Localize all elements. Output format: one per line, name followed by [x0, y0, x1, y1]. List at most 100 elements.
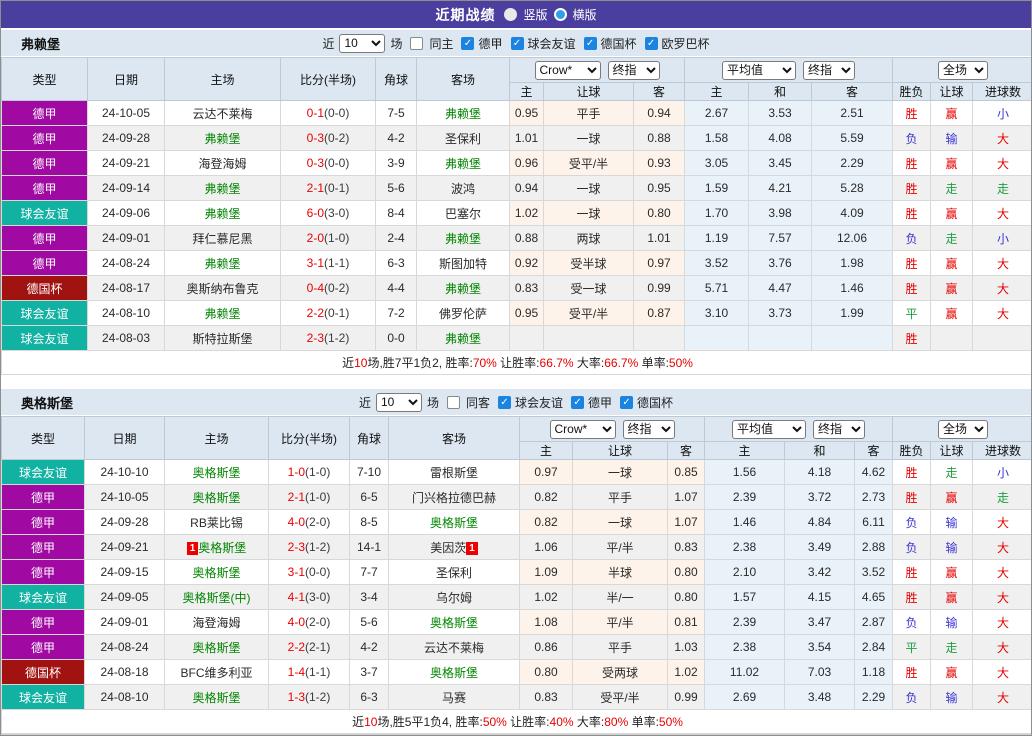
- league-cell: 德甲: [1, 484, 85, 510]
- matches-count-select[interactable]: 10: [375, 392, 422, 412]
- avg-provider-select[interactable]: 平均值: [722, 60, 797, 80]
- away-team-cell: 门兴格拉德巴赫: [388, 484, 520, 510]
- horizontal-layout-label[interactable]: 横版: [573, 6, 597, 23]
- away-team-cell: 斯图加特: [416, 250, 510, 276]
- home-team-name: 奥格斯堡: [192, 465, 241, 480]
- league-cell: 球会友谊: [1, 584, 85, 610]
- column-header: 客场: [388, 416, 520, 460]
- home-team-name: 奥格斯堡: [198, 540, 247, 555]
- odds-home-cell: 0.92: [509, 250, 544, 276]
- result-cell: 胜: [892, 459, 932, 485]
- full-time-score: 0-1: [306, 106, 324, 120]
- column-header: 日期: [87, 57, 165, 101]
- vertical-layout-radio-icon[interactable]: [504, 8, 518, 21]
- odds-stage-select[interactable]: 终指: [607, 60, 660, 80]
- avg-away-cell: 2.84: [853, 634, 894, 660]
- corners-cell: 8-4: [375, 200, 417, 226]
- home-team-cell: 奥格斯堡: [164, 459, 269, 485]
- away-team-cell: 圣保利: [416, 125, 510, 151]
- odds-handicap-cell: 平/半: [572, 534, 668, 560]
- date-cell: 24-08-10: [87, 300, 165, 326]
- summary-label: 让胜率:: [496, 356, 540, 370]
- league-checkbox[interactable]: ✓: [583, 36, 597, 50]
- odds-provider-select[interactable]: Crow*: [549, 419, 616, 439]
- home-team-cell: 海登海姆: [164, 609, 269, 635]
- same-side-checkbox[interactable]: [446, 395, 460, 409]
- full-time-score: 0-4: [306, 281, 324, 295]
- league-checkbox[interactable]: ✓: [644, 36, 658, 50]
- avg-home-cell: 2.38: [704, 534, 785, 560]
- avg-stage-select[interactable]: 终指: [803, 60, 856, 80]
- odds-away-cell: 0.83: [667, 534, 705, 560]
- table-row: 球会友谊 24-10-10 奥格斯堡 1-0(1-0) 7-10 雷根斯堡 0.97 一球 0.…: [1, 459, 1031, 485]
- league-checkbox[interactable]: ✓: [571, 395, 585, 409]
- sub-column-header: 客: [810, 82, 894, 101]
- score-cell: 2-2(2-1): [268, 634, 350, 660]
- away-team-cell: 马赛: [388, 684, 520, 710]
- away-team-name: 乌尔姆: [435, 590, 472, 605]
- scope-select[interactable]: 全场: [938, 419, 989, 439]
- odds-home-cell: 1.01: [509, 125, 544, 151]
- near-label: 近: [322, 36, 335, 51]
- away-team-name: 弗赖堡: [444, 156, 481, 171]
- home-team-name: 奥格斯堡: [192, 640, 241, 655]
- table-row: 德甲 24-09-28 弗赖堡 0-3(0-2) 4-2 圣保利 1.01 一球 0.88 1.5…: [1, 125, 1031, 151]
- table-row: 德甲 24-09-01 拜仁慕尼黑 2-0(1-0) 2-4 弗赖堡 0.88 两球 1.01 1…: [1, 225, 1031, 251]
- score-cell: 1-0(1-0): [268, 459, 350, 485]
- league-checkbox[interactable]: ✓: [510, 36, 524, 50]
- vertical-layout-label[interactable]: 竖版: [523, 6, 547, 23]
- avg-select-wrap: 平均值 终指: [706, 419, 892, 439]
- odds-home-cell: 0.83: [509, 275, 544, 301]
- avg-away-cell: 2.29: [810, 150, 894, 176]
- handicap-result-cell: 走: [930, 225, 974, 251]
- table-row: 德甲 24-09-01 海登海姆 4-0(2-0) 5-6 奥格斯堡 1.08 平/半 0.81…: [1, 609, 1031, 635]
- sub-column-header: 让球: [543, 82, 634, 101]
- sub-column-header: 主: [509, 82, 544, 101]
- corners-cell: 4-2: [375, 125, 417, 151]
- same-side-checkbox[interactable]: [410, 36, 424, 50]
- goals-result-cell: 走: [972, 175, 1031, 201]
- table-row: 球会友谊 24-08-10 奥格斯堡 1-3(1-2) 6-3 马赛 0.83 受平/半 0.9…: [1, 684, 1031, 710]
- scope-select-wrap: 全场: [894, 419, 1031, 439]
- table-row: 德甲 24-09-14 弗赖堡 2-1(0-1) 5-6 波鸿 0.94 一球 0.95 1.59…: [1, 175, 1031, 201]
- home-team-cell: 弗赖堡: [164, 175, 281, 201]
- avg-home-cell: 1.58: [684, 125, 749, 151]
- avg-away-cell: 5.59: [810, 125, 894, 151]
- avg-provider-select[interactable]: 平均值: [732, 419, 807, 439]
- league-cell: 德甲: [1, 559, 85, 585]
- result-cell: 负: [892, 534, 932, 560]
- summary-value: 66.7%: [604, 356, 639, 370]
- odds-group-header: Crow* 终指: [519, 416, 705, 442]
- league-checkbox[interactable]: ✓: [620, 395, 634, 409]
- full-time-score: 1-0: [287, 465, 305, 479]
- goals-result-cell: 大: [972, 300, 1031, 326]
- odds-stage-select[interactable]: 终指: [622, 419, 675, 439]
- avg-stage-select[interactable]: 终指: [813, 419, 866, 439]
- home-team-cell: 斯特拉斯堡: [164, 325, 281, 351]
- scope-select[interactable]: 全场: [938, 60, 989, 80]
- odds-away-cell: 0.81: [667, 609, 705, 635]
- date-cell: 24-09-05: [84, 584, 165, 610]
- odds-handicap-cell: 受半球: [543, 250, 634, 276]
- avg-draw-cell: 3.73: [748, 300, 812, 326]
- horizontal-layout-radio-icon[interactable]: [553, 8, 567, 21]
- odds-home-cell: 1.02: [519, 584, 573, 610]
- result-group-header: 全场: [892, 57, 1031, 83]
- home-team-cell: BFC维多利亚: [164, 659, 269, 685]
- away-team-name: 弗赖堡: [444, 231, 481, 246]
- league-checkbox[interactable]: ✓: [461, 36, 475, 50]
- avg-draw-cell: 3.76: [748, 250, 812, 276]
- odds-provider-select[interactable]: Crow*: [534, 60, 601, 80]
- odds-handicap-cell: 平手: [543, 100, 634, 126]
- odds-home-cell: 0.86: [519, 634, 573, 660]
- away-team-cell: 圣保利: [388, 559, 520, 585]
- goals-result-cell: 大: [972, 200, 1031, 226]
- away-team-name: 佛罗伦萨: [438, 306, 487, 321]
- odds-away-cell: [633, 325, 685, 351]
- date-cell: 24-08-24: [84, 634, 165, 660]
- matches-count-select[interactable]: 10: [339, 33, 386, 53]
- half-time-score: (2-0): [305, 615, 331, 629]
- avg-away-cell: 4.09: [810, 200, 894, 226]
- league-checkbox[interactable]: ✓: [498, 395, 511, 409]
- corners-cell: 5-6: [349, 609, 389, 635]
